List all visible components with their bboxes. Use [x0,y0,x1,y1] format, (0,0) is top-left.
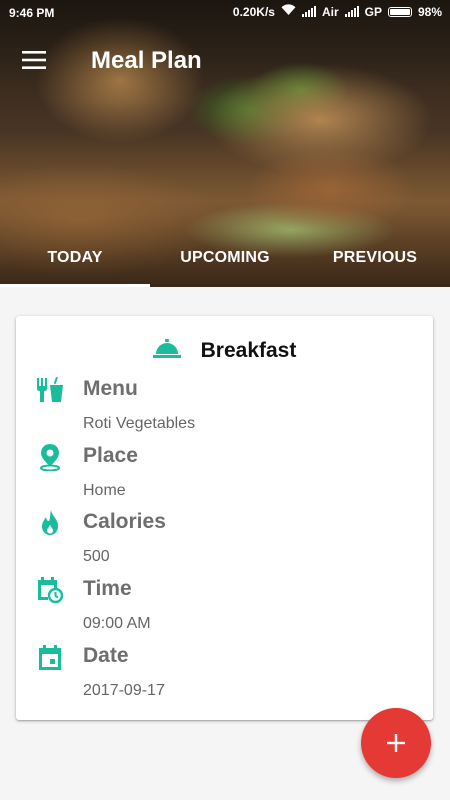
calendar-icon [36,643,64,671]
utensils-drink-icon [36,376,64,404]
meal-title: Breakfast [200,339,297,362]
wifi-icon [281,4,296,19]
flame-icon [36,509,64,537]
battery-icon [387,6,412,17]
menu-button[interactable] [16,44,52,76]
signal-icon [301,6,316,17]
calories-label: Calories [83,510,166,533]
battery-level: 98% [417,4,442,19]
app-title: Meal Plan [91,47,202,74]
place-label: Place [83,444,138,467]
time-label: Time [83,577,132,600]
calories-value: 500 [83,548,110,565]
carrier-2: GP [364,4,382,19]
calendar-clock-icon [36,576,64,604]
menu-label: Menu [83,377,138,400]
hamburger-menu-icon [22,51,46,69]
header-hero: 9:46 PM 0.20K/s Air GP 98% Meal Plan TOD… [0,0,450,287]
cloche-icon [152,338,181,364]
tab-previous[interactable]: PREVIOUS [300,238,450,287]
add-meal-button[interactable] [361,708,431,778]
time-value: 09:00 AM [83,615,151,632]
meal-card-header: Breakfast [16,336,433,366]
tab-upcoming[interactable]: UPCOMING [150,238,300,287]
network-speed: 0.20K/s [232,4,275,19]
plus-icon [387,734,405,752]
date-value: 2017-09-17 [83,682,165,699]
carrier-1: Air [321,4,339,19]
menu-value: Roti Vegetables [83,415,196,432]
location-pin-icon [36,443,64,471]
signal-icon [344,6,359,17]
status-bar: 9:46 PM 0.20K/s Air GP 98% [0,0,450,26]
date-label: Date [83,644,129,667]
meal-card[interactable]: Breakfast Menu Roti Vegetables Place Hom… [16,316,433,720]
toolbar: Meal Plan [0,36,450,86]
tab-today[interactable]: TODAY [0,238,150,287]
place-value: Home [83,482,126,499]
screen: 9:46 PM 0.20K/s Air GP 98% Meal Plan TOD… [0,0,450,800]
status-time: 9:46 PM [9,6,55,20]
tab-bar: TODAY UPCOMING PREVIOUS [0,238,450,287]
